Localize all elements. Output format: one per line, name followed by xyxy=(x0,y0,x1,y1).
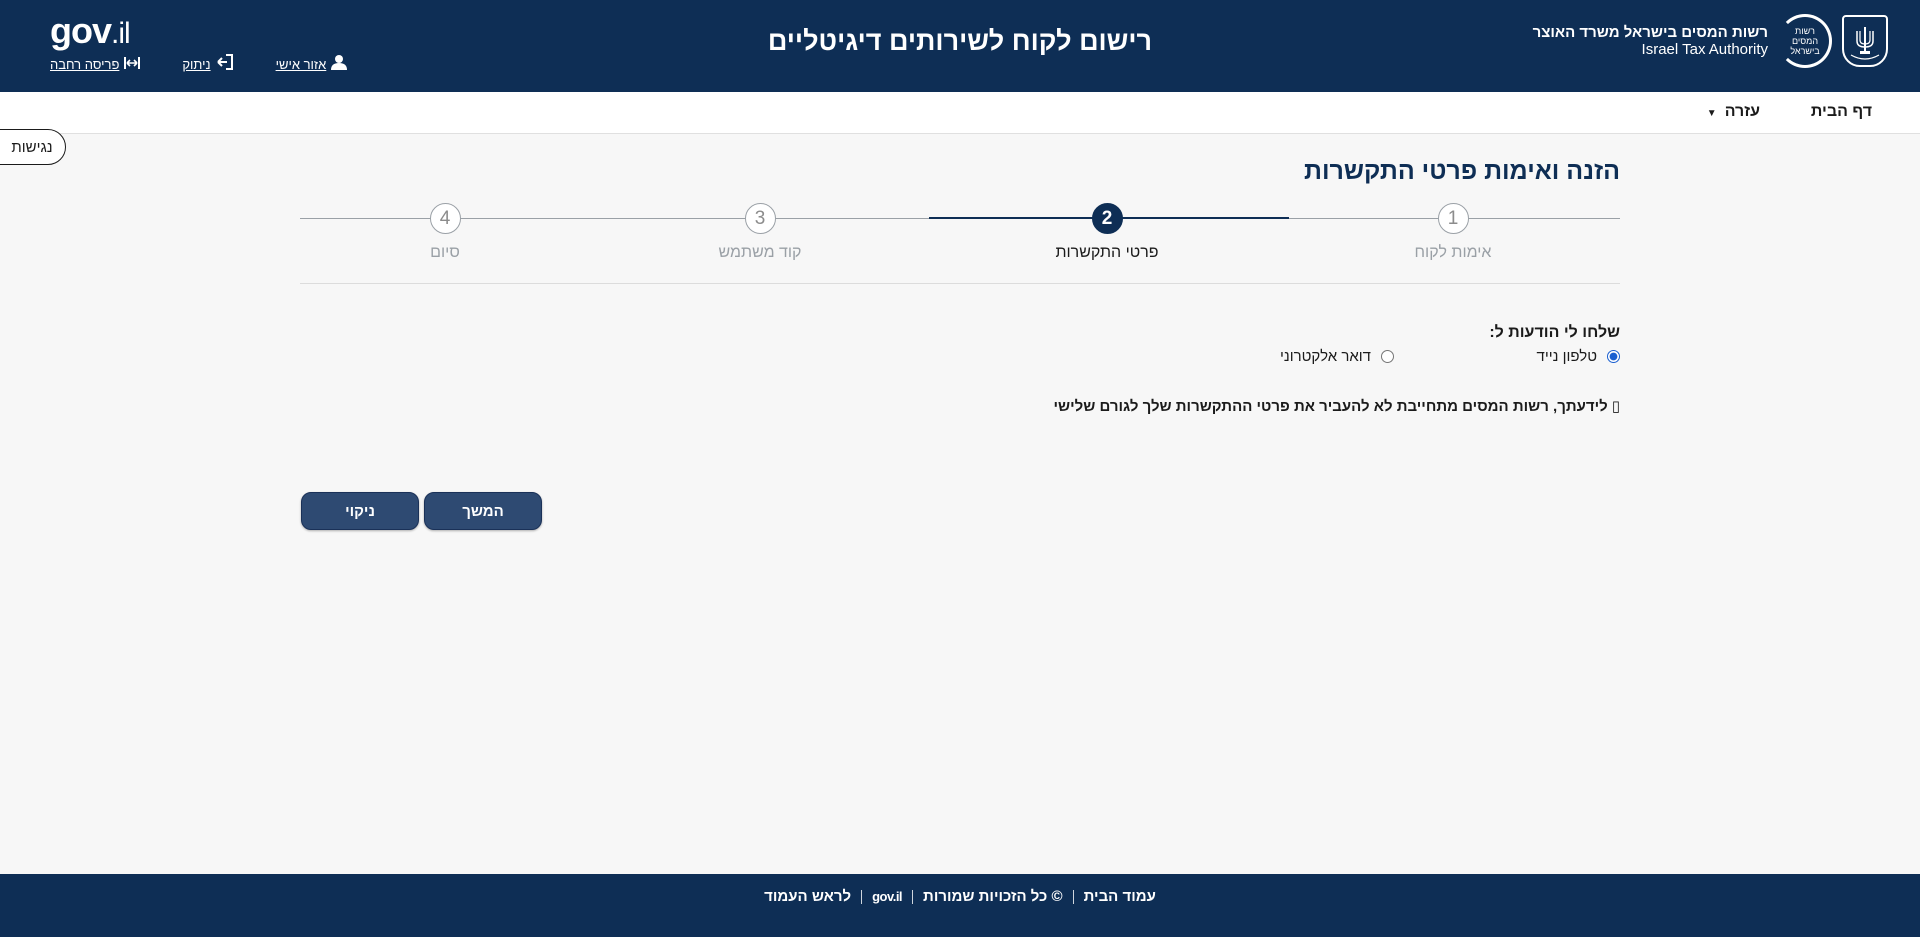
personal-area-label: אזור אישי xyxy=(275,57,327,72)
step-2-label: פרטי התקשרות xyxy=(1055,244,1159,261)
nav-help-dropdown[interactable]: עזרה ▼ xyxy=(1707,103,1760,121)
continue-button[interactable]: המשך xyxy=(424,492,542,530)
step-1: 1 אימות לקוח xyxy=(1353,203,1553,262)
step-1-label: אימות לקוח xyxy=(1414,244,1492,261)
radio-mobile-option[interactable]: טלפון נייד xyxy=(1536,348,1620,365)
step-3: 3 קוד משתמש xyxy=(660,203,860,262)
radio-email-label: דואר אלקטרוני xyxy=(1279,348,1371,365)
logout-label: ניתוק xyxy=(182,57,211,72)
clear-button[interactable]: ניקוי xyxy=(301,492,419,530)
radio-mobile[interactable] xyxy=(1607,350,1620,363)
radio-mobile-label: טלפון נייד xyxy=(1536,348,1598,365)
site-header: רשות המסים בישראל רשות המסים בישראל משרד… xyxy=(0,0,1920,92)
step-2-number: 2 xyxy=(1091,203,1123,234)
step-4: 4 סיום xyxy=(345,203,545,262)
header-user-links: פריסה רחבה ניתוק אזור אישי xyxy=(50,54,348,75)
step-3-label: קוד משתמש xyxy=(718,244,802,261)
step-4-number: 4 xyxy=(429,203,461,234)
logout-icon xyxy=(216,54,234,75)
user-icon xyxy=(331,54,348,75)
govil-logo-gov: gov xyxy=(50,10,112,51)
govil-logo-il: .il xyxy=(111,17,131,50)
footer-govil-logo[interactable]: gov.il xyxy=(872,889,902,904)
footer-separator xyxy=(1072,889,1074,904)
step-4-label: סיום xyxy=(430,244,460,261)
back-to-top-link[interactable]: לראש העמוד xyxy=(764,888,851,905)
info-icon: ▯ xyxy=(1611,398,1620,415)
step-1-number: 1 xyxy=(1437,203,1469,234)
radio-email-option[interactable]: דואר אלקטרוני xyxy=(1280,348,1394,365)
wide-layout-label: פריסה רחבה xyxy=(50,57,120,72)
nav-home-link[interactable]: דף הבית xyxy=(1811,103,1872,121)
step-3-number: 3 xyxy=(744,203,776,234)
logout-link[interactable]: ניתוק xyxy=(182,54,233,75)
footer-links: עמוד הבית © כל הזכויות שמורות gov.il לרא… xyxy=(0,888,1920,905)
wide-layout-link[interactable]: פריסה רחבה xyxy=(50,54,141,75)
footer-copyright: © כל הזכויות שמורות xyxy=(923,888,1063,905)
step-2: 2 פרטי התקשרות xyxy=(1007,203,1207,262)
radio-email[interactable] xyxy=(1381,350,1394,363)
privacy-notice-text: לידעתך, רשות המסים מתחייבת לא להעביר את … xyxy=(1053,397,1608,415)
govil-logo[interactable]: govv.il xyxy=(50,10,131,52)
footer-home-link[interactable]: עמוד הבית xyxy=(1084,888,1156,905)
site-footer: עמוד הבית © כל הזכויות שמורות gov.il לרא… xyxy=(0,874,1920,937)
main-navbar: דף הבית עזרה ▼ xyxy=(0,92,1920,134)
expand-width-icon xyxy=(124,56,141,74)
footer-separator xyxy=(861,889,863,904)
privacy-notice: ▯ לידעתך, רשות המסים מתחייבת לא להעביר א… xyxy=(1053,397,1620,416)
personal-area-link[interactable]: אזור אישי xyxy=(276,54,348,75)
nav-help-label: עזרה xyxy=(1724,103,1760,120)
notify-channel-label: שלחו לי הודעות ל: xyxy=(1489,324,1620,341)
page-title: הזנה ואימות פרטי התקשרות xyxy=(1304,157,1620,185)
accessibility-button[interactable]: נגישות xyxy=(0,129,66,165)
progress-stepper: 1 אימות לקוח 2 פרטי התקשרות 3 קוד משתמש … xyxy=(300,200,1620,284)
caret-down-icon: ▼ xyxy=(1706,108,1717,119)
page-header-title: רישום לקוח לשירותים דיגיטליים xyxy=(767,26,1153,56)
footer-separator xyxy=(912,889,914,904)
